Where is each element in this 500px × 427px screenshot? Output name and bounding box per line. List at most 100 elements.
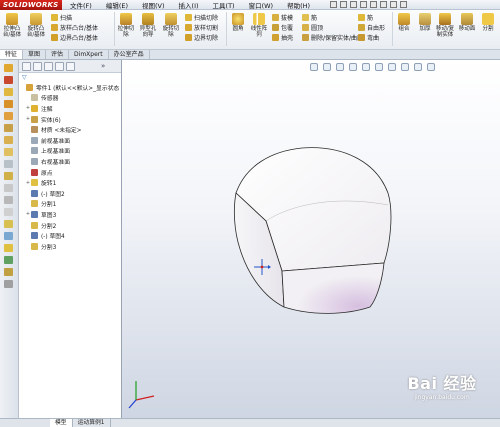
property-manager-tab-icon[interactable] <box>33 61 42 71</box>
tab-3[interactable]: DimXpert <box>69 50 109 59</box>
chamfer-tool-icon[interactable] <box>4 148 13 156</box>
combine-button[interactable]: 组合 <box>393 13 415 32</box>
solidworks-logo[interactable]: SOLIDWORKS <box>0 0 62 10</box>
revolve-boss-button[interactable]: 旋转凸 台/基体 <box>25 13 47 38</box>
dimxpert-manager-tab-icon[interactable] <box>55 61 64 71</box>
dome-button[interactable]: 圆顶 <box>302 23 323 32</box>
move-tool-icon[interactable] <box>4 268 13 276</box>
shell-button[interactable]: 包覆 <box>272 23 293 32</box>
apply-scene-icon[interactable] <box>414 63 422 71</box>
zoom-to-fit-icon[interactable] <box>310 63 318 71</box>
extrude-boss-button[interactable]: 拉伸凸 台/基体 <box>1 13 23 38</box>
tree-item[interactable]: (-) 草图4 <box>19 230 121 241</box>
menu-edit[interactable]: 编辑(E) <box>106 0 128 10</box>
print-icon[interactable] <box>360 1 368 8</box>
configuration-manager-tab-icon[interactable] <box>44 61 53 71</box>
menu-tools[interactable]: 工具(T) <box>213 0 235 10</box>
curve-tool-icon[interactable] <box>4 220 13 228</box>
tab-0[interactable]: 特征 <box>0 50 24 59</box>
tree-item[interactable]: + 草图3 <box>19 209 121 220</box>
options-icon[interactable] <box>400 1 408 8</box>
loft-cut-button[interactable]: 放样切割 <box>185 23 218 32</box>
undo-icon[interactable] <box>370 1 378 8</box>
tree-item[interactable]: 前视基准面 <box>19 135 121 146</box>
zoom-area-icon[interactable] <box>323 63 331 71</box>
panel-expand-icon[interactable]: » <box>101 62 105 70</box>
filter-icon[interactable]: ▽ <box>19 73 121 82</box>
graphics-area[interactable] <box>122 60 500 418</box>
move-face-button[interactable]: 移动面 <box>456 13 478 32</box>
fillet-tool-icon[interactable] <box>4 136 13 144</box>
hole-wizard-button[interactable]: 异型孔 向导 <box>137 13 159 38</box>
bottom-tab-1[interactable]: 运动算例1 <box>73 419 111 427</box>
tree-item[interactable]: 原点 <box>19 167 121 178</box>
tree-item[interactable]: 分割1 <box>19 199 121 210</box>
tree-item[interactable]: (-) 草图2 <box>19 188 121 199</box>
delete-keep-body-button[interactable]: 删除/保留实体/曲面 <box>302 33 363 42</box>
hide-show-items-icon[interactable] <box>388 63 396 71</box>
display-style-icon[interactable] <box>375 63 383 71</box>
rib-tool-icon[interactable] <box>4 160 13 168</box>
tree-item[interactable]: 零件1 (默认<<默认>_显示状态 <box>19 82 121 93</box>
tree-item[interactable]: + 实体(6) <box>19 114 121 125</box>
rib-button[interactable]: 拔模 <box>272 13 293 22</box>
tab-1[interactable]: 草图 <box>23 50 47 59</box>
tab-2[interactable]: 评估 <box>46 50 70 59</box>
section-view-icon[interactable] <box>349 63 357 71</box>
sweep-cut-button[interactable]: 扫描切除 <box>185 13 218 22</box>
tab-4[interactable]: 办公室产品 <box>109 50 150 59</box>
tree-item[interactable]: 传感器 <box>19 93 121 104</box>
split-tool-icon[interactable] <box>4 244 13 252</box>
shell-tool-icon[interactable] <box>4 172 13 180</box>
view-settings-icon[interactable] <box>427 63 435 71</box>
part-model[interactable] <box>224 145 400 325</box>
extrude-cut-button[interactable]: 拉伸切 除 <box>115 13 137 38</box>
menu-window[interactable]: 窗口(W) <box>249 0 274 10</box>
wrap-button[interactable]: 筋 <box>302 13 317 22</box>
more-tools-icon[interactable] <box>4 280 13 288</box>
linear-pattern-button[interactable]: 线性阵 列 <box>248 13 270 38</box>
sweep-tool-icon[interactable] <box>4 88 13 96</box>
menu-view[interactable]: 视图(V) <box>142 0 165 10</box>
draft-tool-icon[interactable] <box>4 184 13 192</box>
new-icon[interactable] <box>330 1 338 8</box>
edit-appearance-icon[interactable] <box>401 63 409 71</box>
mirror-tool-icon[interactable] <box>4 196 13 204</box>
menu-insert[interactable]: 插入(I) <box>179 0 199 10</box>
revolve-tool-icon[interactable] <box>4 76 13 84</box>
move-copy-body-button[interactable]: 移动/复 制实体 <box>434 13 456 38</box>
select-icon[interactable] <box>380 1 388 8</box>
tree-item[interactable]: + 旋转1 <box>19 177 121 188</box>
tree-item[interactable]: 分割2 <box>19 220 121 231</box>
extrude-tool-icon[interactable] <box>4 64 13 72</box>
tree-item[interactable]: 分割3 <box>19 241 121 252</box>
split-button[interactable]: 分割 <box>477 13 499 32</box>
draft-button[interactable]: 抽壳 <box>272 33 293 42</box>
tree-item[interactable]: 上视基准面 <box>19 146 121 157</box>
hole-tool-icon[interactable] <box>4 124 13 132</box>
freeform-button[interactable]: 自由形 <box>358 23 385 32</box>
thicken-button[interactable]: 加厚 <box>414 13 436 32</box>
rib2-button[interactable]: 筋 <box>358 13 373 22</box>
boundary-boss-button[interactable]: 边界凸台/基体 <box>51 33 98 42</box>
cut-tool-icon[interactable] <box>4 112 13 120</box>
display-manager-tab-icon[interactable] <box>66 61 75 71</box>
feature-manager-tab-icon[interactable] <box>22 61 31 71</box>
open-icon[interactable] <box>340 1 348 8</box>
loft-tool-icon[interactable] <box>4 100 13 108</box>
combine-tool-icon[interactable] <box>4 256 13 264</box>
revolve-cut-button[interactable]: 旋转切 除 <box>160 13 182 38</box>
flex-button[interactable]: 弯曲 <box>358 33 379 42</box>
rebuild-icon[interactable] <box>390 1 398 8</box>
loft-button[interactable]: 放样凸台/基体 <box>51 23 98 32</box>
pattern-tool-icon[interactable] <box>4 208 13 216</box>
view-orientation-icon[interactable] <box>362 63 370 71</box>
bottom-tab-0[interactable]: 模型 <box>50 419 73 427</box>
save-icon[interactable] <box>350 1 358 8</box>
previous-view-icon[interactable] <box>336 63 344 71</box>
boundary-cut-button[interactable]: 边界切除 <box>185 33 218 42</box>
menu-help[interactable]: 帮助(H) <box>287 0 310 10</box>
tree-item[interactable]: 材质 <未指定> <box>19 124 121 135</box>
reference-tool-icon[interactable] <box>4 232 13 240</box>
fillet-button[interactable]: 圆角 <box>227 13 249 32</box>
